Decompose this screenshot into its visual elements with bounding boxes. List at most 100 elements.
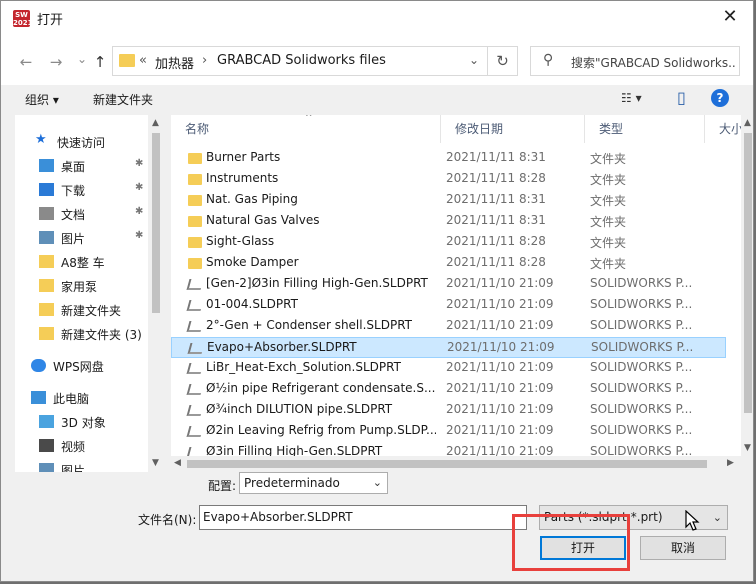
- filename-input[interactable]: Evapo+Absorber.SLDPRT: [199, 505, 527, 530]
- folder-row[interactable]: Burner Parts 2021/11/11 8:31 文件夹: [171, 148, 726, 169]
- cancel-button[interactable]: 取消: [640, 536, 726, 560]
- pin-icon: ✱: [135, 182, 144, 193]
- folder-row[interactable]: Sight-Glass 2021/11/11 8:28 文件夹: [171, 232, 726, 253]
- file-modified-date: 2021/11/11 8:31: [446, 150, 546, 164]
- sidebar-item[interactable]: 图片: [15, 459, 160, 472]
- file-modified-date: 2021/11/11 8:31: [446, 192, 546, 206]
- folder-icon: [188, 216, 202, 227]
- search-placeholder: 搜索"GRABCAD Solidworks...: [571, 56, 736, 70]
- sidebar-item[interactable]: 3D 对象: [15, 411, 160, 433]
- address-dropdown-chevron-icon[interactable]: ⌄: [469, 53, 479, 67]
- folder-row[interactable]: Smoke Damper 2021/11/11 8:28 文件夹: [171, 253, 726, 274]
- file-row[interactable]: Ø3in Filling High-Gen.SLDPRT 2021/11/10 2…: [171, 442, 726, 457]
- folder-row[interactable]: Instruments 2021/11/11 8:28 文件夹: [171, 169, 726, 190]
- scroll-up-arrow-icon[interactable]: ▲: [152, 118, 159, 128]
- file-modified-date: 2021/11/11 8:28: [446, 234, 546, 248]
- organize-button[interactable]: 组织 ▾: [25, 91, 59, 108]
- file-row[interactable]: LiBr_Heat-Exch_Solution.SLDPRT 2021/11/10…: [171, 358, 726, 379]
- sidebar-item[interactable]: 图片 ✱: [15, 227, 160, 249]
- sldprt-file-icon: [186, 300, 204, 311]
- address-bar[interactable]: « 加热器 › GRABCAD Solidworks files ⌄: [112, 46, 488, 76]
- sidebar-item[interactable]: WPS网盘: [15, 355, 160, 377]
- sidebar-item[interactable]: 家用泵: [15, 275, 160, 297]
- title-bar: SW 2021 打开 ✕: [1, 1, 753, 33]
- file-type: SOLIDWORKS P...: [591, 340, 694, 354]
- view-options-icon[interactable]: ☷ ▾: [621, 91, 642, 105]
- column-header-type[interactable]: 类型: [585, 115, 705, 143]
- file-row[interactable]: 2°-Gen + Condenser shell.SLDPRT 2021/11/1…: [171, 316, 726, 337]
- scroll-down-arrow-icon[interactable]: ▼: [152, 458, 159, 468]
- folder-row[interactable]: Nat. Gas Piping 2021/11/11 8:31 文件夹: [171, 190, 726, 211]
- file-type: 文件夹: [590, 257, 627, 271]
- sidebar-item-label: 图片: [61, 232, 86, 246]
- scroll-down-arrow-icon[interactable]: ▼: [744, 443, 751, 453]
- sidebar-item[interactable]: 文档 ✱: [15, 203, 160, 225]
- breadcrumb-item-heater[interactable]: 加热器: [155, 53, 194, 72]
- forward-arrow-icon[interactable]: →: [45, 51, 67, 73]
- command-toolbar: 组织 ▾ 新建文件夹 ☷ ▾ ▯ ?: [1, 85, 753, 115]
- search-input[interactable]: ⚲ 搜索"GRABCAD Solidworks...: [530, 46, 740, 76]
- file-name: Ø¾inch DILUTION pipe.SLDPRT: [206, 402, 393, 416]
- navigation-bar: ← → ⌄ ↑ « 加热器 › GRABCAD Solidworks files…: [1, 33, 753, 85]
- sidebar-item[interactable]: 此电脑: [15, 387, 160, 409]
- sidebar-item-label: 下载: [61, 184, 86, 198]
- folder-icon: [188, 258, 202, 269]
- document-icon: [39, 207, 54, 220]
- file-modified-date: 2021/11/10 21:09: [446, 297, 554, 311]
- scroll-left-arrow-icon[interactable]: ◀: [174, 458, 181, 468]
- refresh-icon[interactable]: ↻: [488, 46, 518, 76]
- file-modified-date: 2021/11/11 8:28: [446, 255, 546, 269]
- 3d-objects-icon: [39, 415, 54, 428]
- column-header-modified[interactable]: 修改日期: [441, 115, 585, 143]
- sort-ascending-icon: ^: [305, 115, 313, 123]
- close-icon[interactable]: ✕: [707, 1, 753, 33]
- up-arrow-icon[interactable]: ↑: [89, 51, 111, 73]
- sidebar-item[interactable]: ★ 快速访问: [15, 131, 160, 153]
- breadcrumb-item-grabcad[interactable]: GRABCAD Solidworks files: [217, 53, 386, 68]
- file-row[interactable]: [Gen-2]Ø3in Filling High-Gen.SLDPRT 2021/…: [171, 274, 726, 295]
- sidebar-item[interactable]: 下载 ✱: [15, 179, 160, 201]
- file-type: SOLIDWORKS P...: [590, 402, 693, 416]
- scroll-right-arrow-icon[interactable]: ▶: [727, 458, 734, 468]
- configuration-value: Predeterminado: [244, 476, 340, 490]
- chevron-down-icon: ⌄: [372, 476, 382, 489]
- file-type: SOLIDWORKS P...: [590, 423, 693, 437]
- sidebar-item[interactable]: 视频: [15, 435, 160, 457]
- file-list: 名称 ^ 修改日期 类型 大小 Burner Parts 2021/11/11 8…: [171, 115, 741, 457]
- file-row[interactable]: Ø½in pipe Refrigerant condensate.S... 202…: [171, 379, 726, 400]
- scroll-thumb[interactable]: [152, 133, 160, 313]
- column-header-size[interactable]: 大小: [705, 115, 741, 143]
- file-row[interactable]: Ø2in Leaving Refrig from Pump.SLDP... 202…: [171, 421, 726, 442]
- file-row[interactable]: 01-004.SLDPRT 2021/11/10 21:09 SOLIDWORKS …: [171, 295, 726, 316]
- mouse-pointer-icon: [685, 510, 700, 531]
- configuration-select[interactable]: Predeterminado ⌄: [239, 472, 388, 494]
- scroll-up-arrow-icon[interactable]: ▲: [744, 118, 751, 128]
- open-file-dialog: SW 2021 打开 ✕ ← → ⌄ ↑ « 加热器 › GRABCAD Sol…: [0, 0, 754, 582]
- breadcrumb-overflow[interactable]: «: [139, 53, 147, 68]
- file-row[interactable]: Evapo+Absorber.SLDPRT 2021/11/10 21:09 SOL…: [171, 337, 726, 358]
- file-list-vertical-scrollbar[interactable]: ▲ ▼: [741, 115, 753, 457]
- scroll-thumb[interactable]: [744, 133, 752, 413]
- file-row[interactable]: Ø¾inch DILUTION pipe.SLDPRT 2021/11/10 21…: [171, 400, 726, 421]
- sidebar-item[interactable]: A8整 车: [15, 251, 160, 273]
- breadcrumb-separator[interactable]: ›: [202, 53, 207, 68]
- preview-pane-icon[interactable]: ▯: [677, 88, 686, 107]
- sidebar-item[interactable]: 新建文件夹 (3): [15, 323, 160, 345]
- file-name: Nat. Gas Piping: [206, 192, 298, 206]
- scroll-thumb[interactable]: [187, 460, 707, 468]
- folder-icon: [39, 327, 54, 340]
- computer-icon: [31, 391, 46, 404]
- sldprt-file-icon: [186, 363, 204, 374]
- help-icon[interactable]: ?: [711, 89, 729, 107]
- folder-icon: [188, 174, 202, 185]
- download-icon: [39, 183, 54, 196]
- new-folder-button[interactable]: 新建文件夹: [93, 91, 153, 108]
- back-arrow-icon[interactable]: ←: [15, 51, 37, 73]
- file-modified-date: 2021/11/10 21:09: [446, 276, 554, 290]
- folder-row[interactable]: Natural Gas Valves 2021/11/11 8:31 文件夹: [171, 211, 726, 232]
- sidebar-item[interactable]: 桌面 ✱: [15, 155, 160, 177]
- file-name: 01-004.SLDPRT: [206, 297, 298, 311]
- sidebar-item[interactable]: 新建文件夹: [15, 299, 160, 321]
- file-list-horizontal-scrollbar[interactable]: ◀ ▶: [171, 456, 741, 472]
- navigation-pane-scrollbar[interactable]: ▲ ▼: [148, 115, 164, 472]
